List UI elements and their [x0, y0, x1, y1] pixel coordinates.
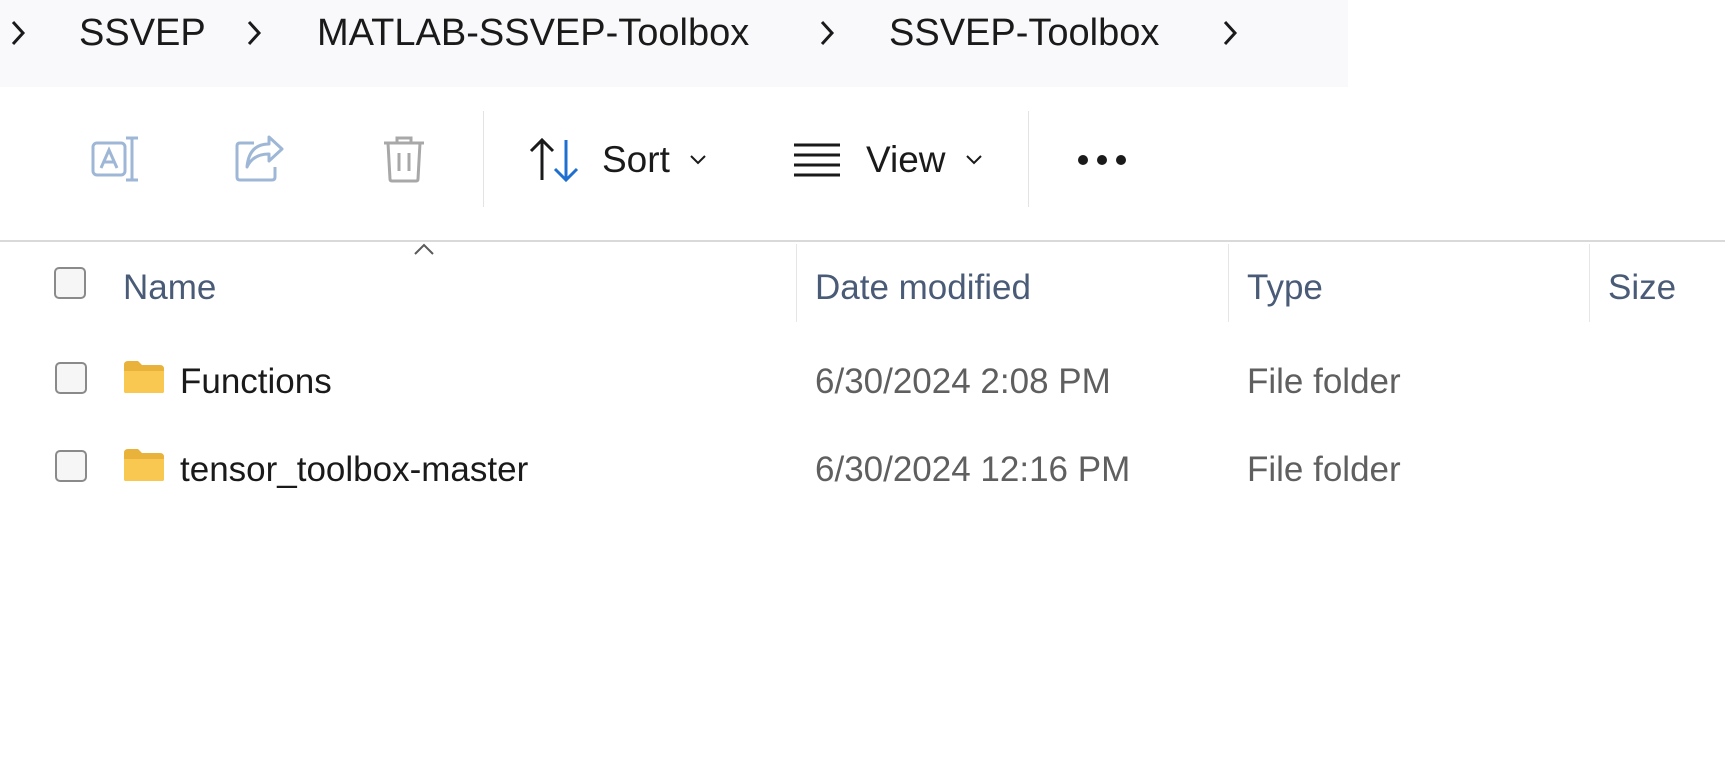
delete-icon — [384, 136, 424, 183]
chevron-right-icon[interactable] — [6, 8, 30, 58]
file-name[interactable]: Functions — [180, 360, 332, 404]
rename-button[interactable] — [82, 125, 150, 193]
breadcrumb-item-ssvep[interactable]: SSVEP — [79, 8, 206, 58]
folder-icon — [124, 361, 164, 393]
row-checkbox[interactable] — [55, 362, 87, 394]
file-date-modified: 6/30/2024 12:16 PM — [815, 450, 1131, 489]
chevron-up-icon — [414, 243, 434, 255]
folder-icon — [124, 449, 164, 481]
column-header-name[interactable]: Name — [123, 258, 216, 318]
sort-button[interactable]: Sort — [528, 130, 706, 190]
share-button[interactable] — [226, 125, 294, 193]
toolbar-divider — [1028, 111, 1029, 207]
file-name[interactable]: tensor_toolbox-master — [180, 448, 528, 492]
row-checkbox[interactable] — [55, 450, 87, 482]
file-type: File folder — [1247, 362, 1401, 401]
toolbar-separator — [0, 240, 1725, 242]
sort-label: Sort — [602, 139, 670, 180]
file-date-modified: 6/30/2024 2:08 PM — [815, 362, 1111, 401]
breadcrumb-item-matlab-ssvep-toolbox[interactable]: MATLAB-SSVEP-Toolbox — [317, 8, 749, 58]
column-resize-handle[interactable] — [796, 244, 797, 322]
column-header-type[interactable]: Type — [1247, 258, 1323, 318]
address-bar[interactable]: SSVEP MATLAB-SSVEP-Toolbox SSVEP-Toolbox — [0, 0, 1348, 87]
chevron-right-icon[interactable] — [1218, 8, 1242, 58]
view-button[interactable]: View — [792, 130, 982, 190]
breadcrumb-item-ssvep-toolbox[interactable]: SSVEP-Toolbox — [889, 8, 1159, 58]
column-header-size[interactable]: Size — [1608, 258, 1676, 318]
column-header-name-label: Name — [123, 268, 217, 307]
column-header-date-modified[interactable]: Date modified — [815, 258, 1031, 318]
share-icon — [235, 135, 284, 182]
column-header-size-label: Size — [1608, 268, 1677, 307]
toolbar-divider — [483, 111, 484, 207]
file-type: File folder — [1247, 450, 1401, 489]
view-icon — [794, 143, 840, 177]
column-resize-handle[interactable] — [1228, 244, 1229, 322]
chevron-right-icon[interactable] — [242, 8, 266, 58]
see-more-button[interactable] — [1070, 130, 1134, 190]
column-resize-handle[interactable] — [1589, 244, 1590, 322]
rename-icon — [91, 136, 138, 182]
chevron-down-icon — [690, 155, 706, 165]
chevron-down-icon — [965, 155, 982, 165]
more-icon — [1078, 155, 1126, 165]
column-header-type-label: Type — [1247, 268, 1323, 307]
view-label: View — [866, 139, 946, 180]
delete-button[interactable] — [370, 125, 438, 193]
column-header-date-modified-label: Date modified — [815, 268, 1031, 307]
sort-icon — [529, 137, 579, 183]
chevron-right-icon[interactable] — [815, 8, 839, 58]
select-all-checkbox[interactable] — [54, 267, 86, 299]
